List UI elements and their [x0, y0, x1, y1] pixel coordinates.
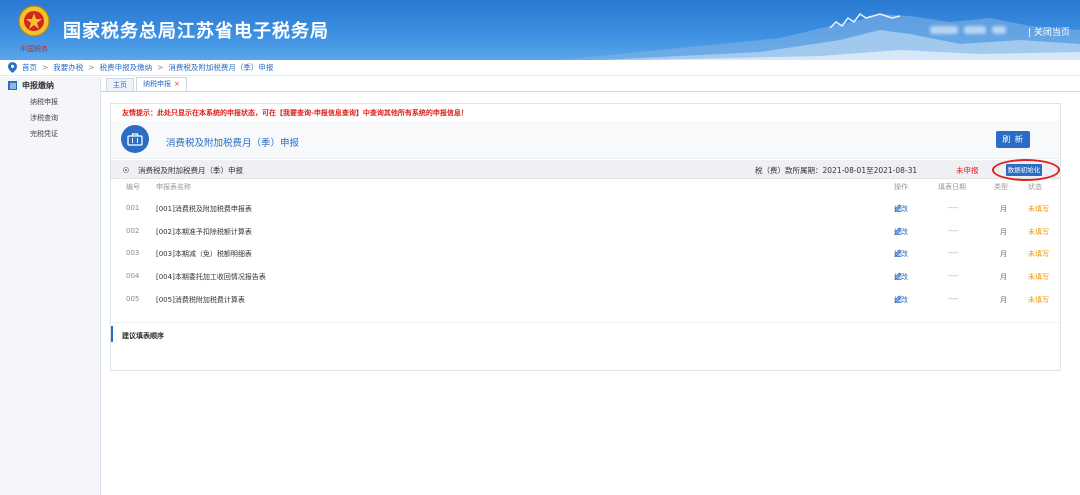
tab-bar: 主页 纳税申报 ×: [101, 77, 1080, 92]
sidebar-item-payment-certificate[interactable]: 完税凭证: [0, 126, 100, 142]
row-status: 未填写: [1028, 250, 1049, 258]
row-type: 月: [1000, 228, 1007, 236]
col-action: 操作: [894, 183, 908, 191]
tax-bureau-emblem-icon: 中国税务: [18, 5, 50, 53]
row-type: 月: [1000, 273, 1007, 281]
briefcase-icon: [121, 125, 149, 153]
breadcrumb-separator: >: [88, 63, 95, 72]
edit-button[interactable]: 修改: [894, 295, 908, 304]
row-fill-date: ----: [948, 272, 959, 280]
row-form-name[interactable]: [001]消费税及附加税费申报表: [156, 204, 252, 214]
edit-button[interactable]: 修改: [894, 227, 908, 236]
sidebar-section-declaration[interactable]: 申报缴纳: [0, 77, 100, 94]
breadcrumb: 首页 > 我要办税 > 税费申报及缴纳 > 消费税及附加税费月（季）申报: [0, 60, 1080, 76]
row-fill-date: ----: [948, 295, 959, 303]
suggested-order-label: 建议填表顺序: [122, 332, 164, 340]
sidebar-item-tax-query[interactable]: 涉税查询: [0, 110, 100, 126]
breadcrumb-separator: >: [157, 63, 164, 72]
col-fill-date: 填表日期: [938, 183, 966, 191]
edit-label: 修改: [894, 228, 908, 236]
tab-tax-declaration-label: 纳税申报: [143, 80, 171, 88]
breadcrumb-tax-services[interactable]: 我要办税: [53, 62, 83, 73]
declaration-status: 未申报: [956, 166, 979, 175]
row-status: 未填写: [1028, 273, 1049, 281]
breadcrumb-home[interactable]: 首页: [22, 62, 37, 73]
data-init-button[interactable]: 数据初始化: [1006, 164, 1042, 176]
user-info-redacted: [930, 26, 1020, 36]
table-row: 002 [002]本期准予扣除税额计算表 修改 ---- 月 未填写: [111, 227, 1060, 239]
edit-label: 修改: [894, 296, 908, 304]
page-title-row: 消费税及附加税费月（季）申报 刷 新: [111, 121, 1060, 159]
edit-label: 修改: [894, 250, 908, 258]
tax-period: 税（费）款所属期：2021-08-01至2021-08-31: [755, 166, 918, 175]
tab-home[interactable]: 主页: [106, 78, 134, 91]
col-form-name: 申报表名称: [156, 183, 191, 191]
table-row: 004 [004]本期委托加工收回情况报告表 修改 ---- 月 未填写: [111, 272, 1060, 284]
col-type: 类型: [994, 183, 1008, 191]
declaration-panel: 友情提示：此处只显示在本系统的申报状态，可在【我要查询-申报信息查询】中查询其他…: [110, 103, 1061, 371]
table-row: 001 [001]消费税及附加税费申报表 修改 ---- 月 未填写: [111, 204, 1060, 216]
svg-text:中国税务: 中国税务: [20, 44, 48, 53]
edit-button[interactable]: 修改: [894, 204, 908, 213]
table-row: 005 [005]消费税附加税费计算表 修改 ---- 月 未填写: [111, 295, 1060, 307]
row-form-name[interactable]: [003]本期减（免）税额明细表: [156, 249, 252, 259]
row-fill-date: ----: [948, 227, 959, 235]
edit-label: 修改: [894, 273, 908, 281]
close-page-link[interactable]: | 关闭当页: [1028, 25, 1070, 38]
row-number: 001: [126, 204, 140, 212]
row-status: 未填写: [1028, 296, 1049, 304]
sidebar: 申报缴纳 纳税申报 涉税查询 完税凭证: [0, 77, 101, 495]
breadcrumb-separator: >: [42, 63, 49, 72]
col-status: 状态: [1028, 183, 1042, 191]
row-number: 004: [126, 272, 140, 280]
section-accent-bar: [111, 326, 113, 342]
tab-tax-declaration[interactable]: 纳税申报 ×: [136, 77, 187, 91]
sidebar-item-tax-declaration[interactable]: 纳税申报: [0, 94, 100, 110]
row-number: 003: [126, 249, 140, 257]
refresh-button[interactable]: 刷 新: [996, 131, 1030, 148]
row-form-name[interactable]: [005]消费税附加税费计算表: [156, 295, 245, 305]
row-number: 002: [126, 227, 140, 235]
declaration-radio[interactable]: [123, 167, 129, 173]
breadcrumb-declaration-payment[interactable]: 税费申报及缴纳: [100, 62, 153, 73]
row-form-name[interactable]: [002]本期准予扣除税额计算表: [156, 227, 252, 237]
row-fill-date: ----: [948, 204, 959, 212]
table-header: 编号 申报表名称 操作 填表日期 类型 状态: [111, 182, 1060, 194]
site-title: 国家税务总局江苏省电子税务局: [63, 21, 329, 42]
row-status: 未填写: [1028, 228, 1049, 236]
row-type: 月: [1000, 250, 1007, 258]
breadcrumb-current-page[interactable]: 消费税及附加税费月（季）申报: [168, 62, 273, 73]
row-status: 未填写: [1028, 205, 1049, 213]
tab-home-label: 主页: [113, 81, 127, 89]
edit-button[interactable]: 修改: [894, 272, 908, 281]
edit-label: 修改: [894, 205, 908, 213]
table-row: 003 [003]本期减（免）税额明细表 修改 ---- 月 未填写: [111, 249, 1060, 261]
location-pin-icon: [8, 62, 17, 73]
close-icon[interactable]: ×: [174, 80, 180, 88]
site-header: 中国税务 国家税务总局江苏省电子税务局 | 关闭当页: [0, 0, 1080, 60]
row-number: 005: [126, 295, 140, 303]
edit-button[interactable]: 修改: [894, 249, 908, 258]
row-form-name[interactable]: [004]本期委托加工收回情况报告表: [156, 272, 266, 282]
row-type: 月: [1000, 296, 1007, 304]
page-title: 消费税及附加税费月（季）申报: [166, 138, 300, 149]
col-number: 编号: [126, 183, 140, 191]
row-fill-date: ----: [948, 249, 959, 257]
row-type: 月: [1000, 205, 1007, 213]
declaration-summary-row: 消费税及附加税费月（季）申报 税（费）款所属期：2021-08-01至2021-…: [111, 159, 1060, 181]
menu-square-icon: [8, 81, 17, 90]
suggested-order-section: 建议填表顺序: [111, 322, 1060, 344]
sidebar-section-label: 申报缴纳: [22, 81, 54, 90]
declaration-name: 消费税及附加税费月（季）申报: [138, 166, 243, 175]
friendly-notice: 友情提示：此处只显示在本系统的申报状态，可在【我要查询-申报信息查询】中查询其他…: [122, 109, 468, 117]
